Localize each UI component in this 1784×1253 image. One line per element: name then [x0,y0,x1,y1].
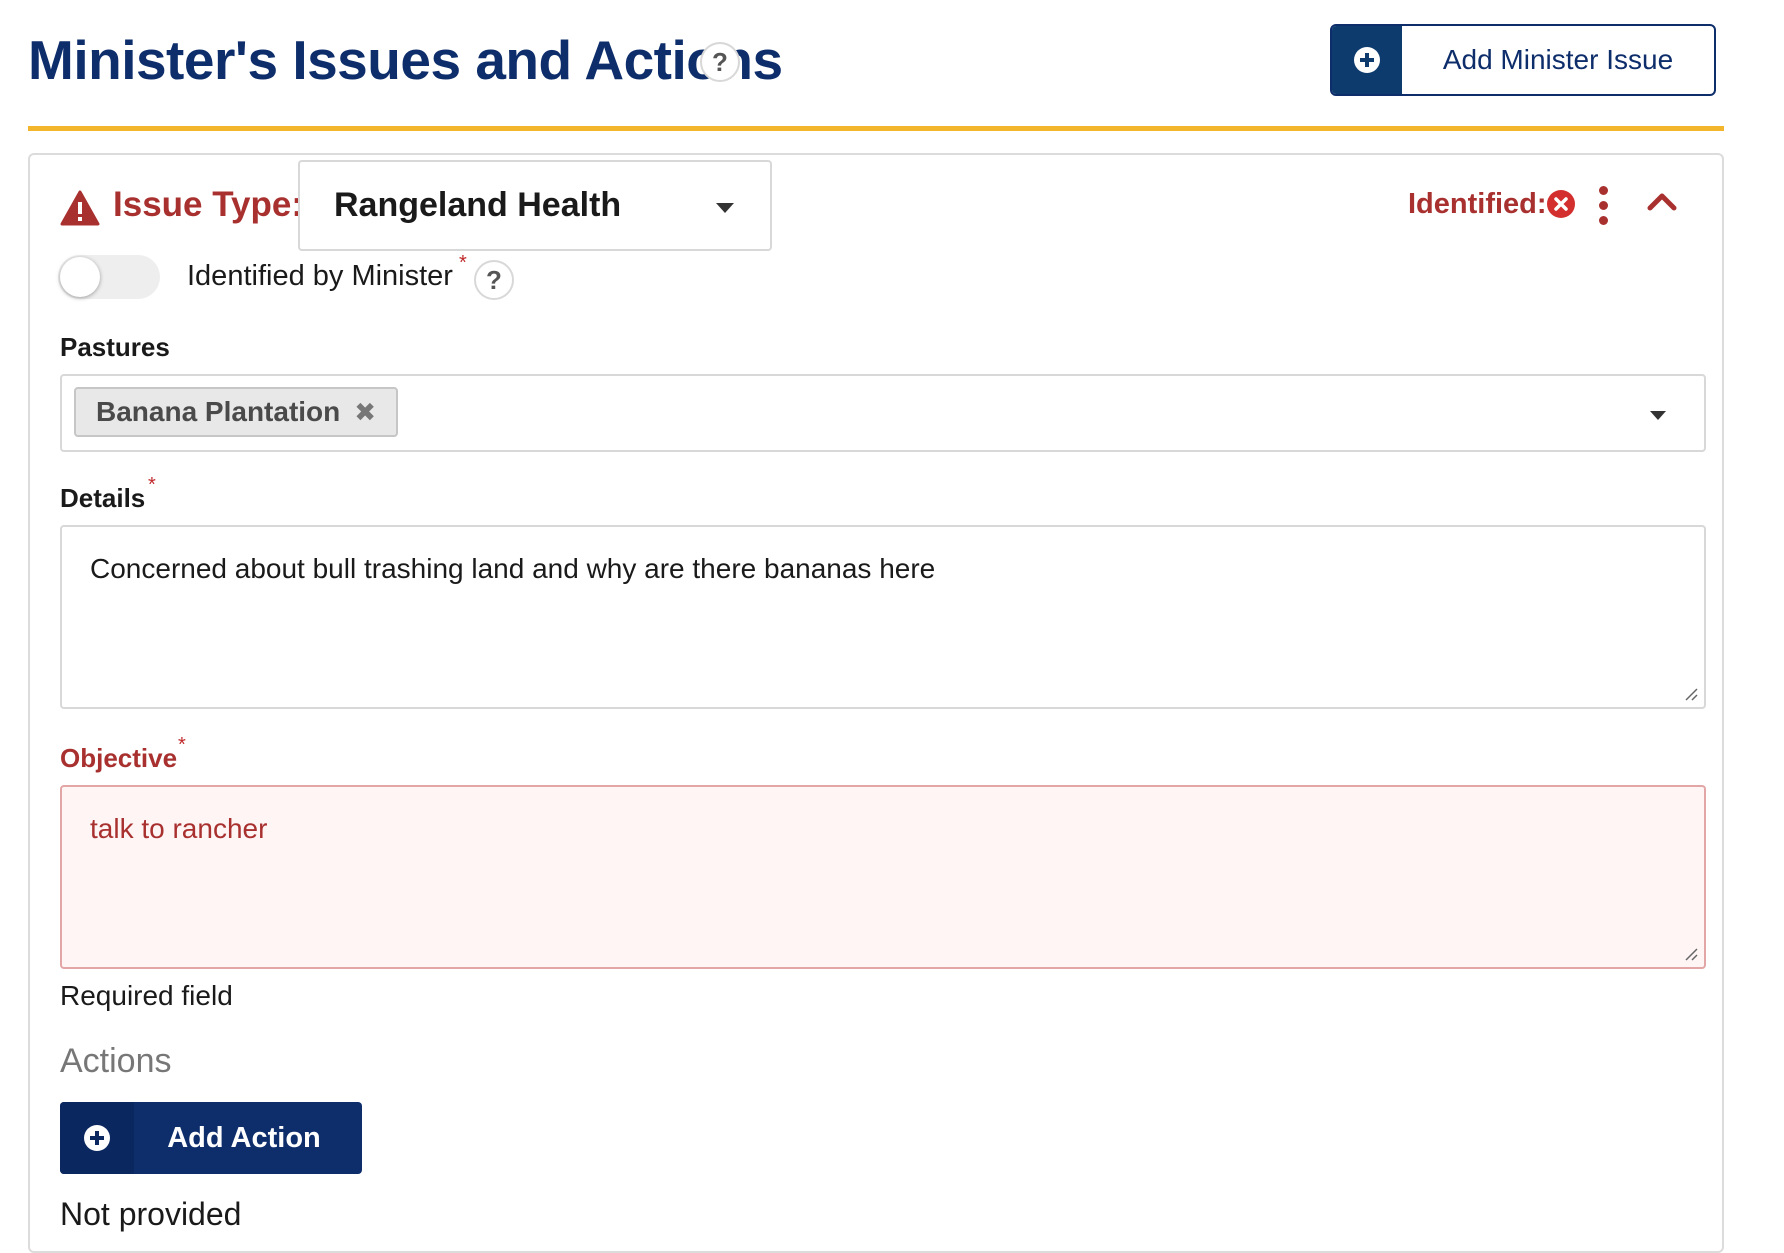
issue-type-label: Issue Type: [113,185,303,224]
actions-empty-text: Not provided [60,1196,242,1232]
caret-down-icon [716,203,734,213]
add-minister-issue-button[interactable]: Add Minister Issue [1330,24,1716,96]
warning-icon [60,190,100,226]
more-options-icon[interactable] [1593,186,1617,226]
objective-textarea[interactable]: talk to rancher [60,785,1706,969]
objective-error-text: Required field [60,980,233,1011]
pasture-chip-label: Banana Plantation [96,396,341,427]
required-marker: * [459,252,467,274]
add-minister-issue-label: Add Minister Issue [1442,44,1674,75]
objective-label: Objective [60,743,178,773]
identified-by-minister-toggle[interactable] [58,255,160,299]
toggle-knob [60,257,100,297]
caret-down-icon [1650,411,1666,420]
required-marker: * [148,474,156,496]
plus-circle-icon [1332,26,1402,94]
identified-status-label: Identified: [1408,188,1547,220]
plus-circle-icon [60,1102,134,1174]
pastures-label: Pastures [60,332,170,362]
add-action-button[interactable]: Add Action [60,1102,362,1174]
objective-text: talk to rancher [90,813,268,844]
pastures-multiselect[interactable]: Banana Plantation ✖ [60,374,1706,452]
issue-type-value: Rangeland Health [334,186,622,224]
resize-handle-icon[interactable] [1682,945,1698,961]
page-title: Minister's Issues and Actions [28,29,783,91]
chevron-up-icon[interactable] [1646,190,1678,212]
pasture-chip: Banana Plantation ✖ [74,387,399,437]
help-icon[interactable]: ? [700,42,740,82]
details-label: Details [60,483,146,513]
header-divider [28,126,1724,131]
x-circle-icon [1547,190,1575,218]
details-textarea[interactable]: Concerned about bull trashing land and w… [60,525,1706,709]
add-action-label: Add Action [167,1121,321,1154]
identified-by-minister-label: Identified by Minister [187,260,453,292]
resize-handle-icon[interactable] [1682,685,1698,701]
remove-chip-icon[interactable]: ✖ [354,397,376,428]
help-icon[interactable]: ? [474,260,514,300]
actions-heading: Actions [60,1042,172,1080]
required-marker: * [178,734,186,756]
issue-type-select[interactable]: Rangeland Health [298,160,772,251]
details-text: Concerned about bull trashing land and w… [90,553,936,584]
